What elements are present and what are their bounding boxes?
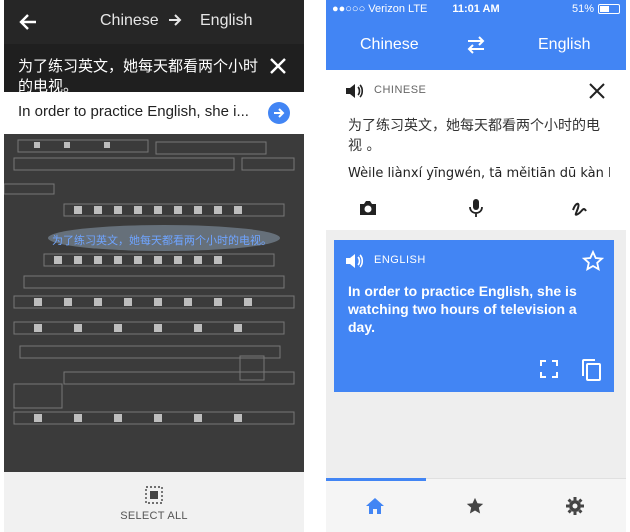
active-tab-indicator xyxy=(326,478,426,481)
arrow-forward-icon[interactable] xyxy=(268,102,290,124)
microphone-icon[interactable] xyxy=(464,196,488,220)
close-icon[interactable] xyxy=(268,56,288,76)
highlighted-detected-text[interactable]: 为了练习英文，她每天都看两个小时的电视。 xyxy=(52,232,272,248)
target-language-button[interactable]: English xyxy=(538,36,590,54)
fullscreen-icon[interactable] xyxy=(540,360,558,378)
detected-text-panel: 为了练习英文，她每天都看两个小时的电视。 xyxy=(4,44,304,95)
source-language-button[interactable]: Chinese xyxy=(100,12,159,30)
source-language-label: CHINESE xyxy=(374,84,427,96)
handwriting-icon[interactable] xyxy=(568,196,592,220)
speaker-icon[interactable] xyxy=(344,82,364,100)
speaker-icon[interactable] xyxy=(344,252,364,270)
source-card: CHINESE 为了练习英文，她每天都看两个小时的电视 。 Wèile liàn… xyxy=(326,70,626,230)
status-bar: ●●○○○ Verizon LTE 11:01 AM 51% xyxy=(326,0,626,20)
select-all-button[interactable]: SELECT ALL xyxy=(4,510,304,522)
document-photo-image xyxy=(4,134,304,472)
home-icon[interactable] xyxy=(364,495,386,517)
translation-preview-bar[interactable]: In order to practice English, she i... xyxy=(4,92,304,134)
battery-percent: 51% xyxy=(571,3,594,15)
detected-text: 为了练习英文，她每天都看两个小时的电视。 xyxy=(18,57,259,95)
translation-result-text: In order to practice English, she is wat… xyxy=(348,283,577,335)
camera-footer: SELECT ALL xyxy=(4,472,304,532)
arrow-right-icon xyxy=(169,14,182,26)
select-all-icon[interactable] xyxy=(145,486,163,504)
battery-status: 51% xyxy=(572,3,620,15)
bottom-navigation xyxy=(326,478,626,532)
translation-result-card[interactable]: ENGLISH In order to practice English, sh… xyxy=(334,240,614,392)
target-language-label: ENGLISH xyxy=(374,254,426,266)
back-arrow-icon[interactable] xyxy=(14,8,42,36)
language-bar: Chinese English xyxy=(326,20,626,70)
camera-icon[interactable] xyxy=(356,196,380,220)
source-text-input[interactable]: 为了练习英文，她每天都看两个小时的电视 。 xyxy=(348,116,610,156)
translate-app-screen: ●●○○○ Verizon LTE 11:01 AM 51% Chinese E… xyxy=(326,0,626,532)
close-icon[interactable] xyxy=(588,82,606,100)
star-icon[interactable] xyxy=(464,495,486,517)
copy-icon[interactable] xyxy=(580,358,602,382)
battery-icon xyxy=(598,4,620,14)
transliteration-text: Wèile liànxí yīngwén, tā měitiān dū kàn … xyxy=(348,166,610,181)
camera-header: Chinese English xyxy=(4,0,304,44)
settings-gear-icon[interactable] xyxy=(564,495,586,517)
source-language-button[interactable]: Chinese xyxy=(360,36,419,54)
target-language-button[interactable]: English xyxy=(200,12,252,30)
camera-translate-screen: Chinese English 为了练习英文，她每天都看两个小时的电视。 In … xyxy=(4,0,304,532)
swap-languages-icon[interactable] xyxy=(465,35,487,55)
camera-photo: 为了练习英文，她每天都看两个小时的电视。 xyxy=(4,134,304,472)
translation-preview-text: In order to practice English, she i... xyxy=(18,103,249,120)
star-outline-icon[interactable] xyxy=(582,250,604,272)
